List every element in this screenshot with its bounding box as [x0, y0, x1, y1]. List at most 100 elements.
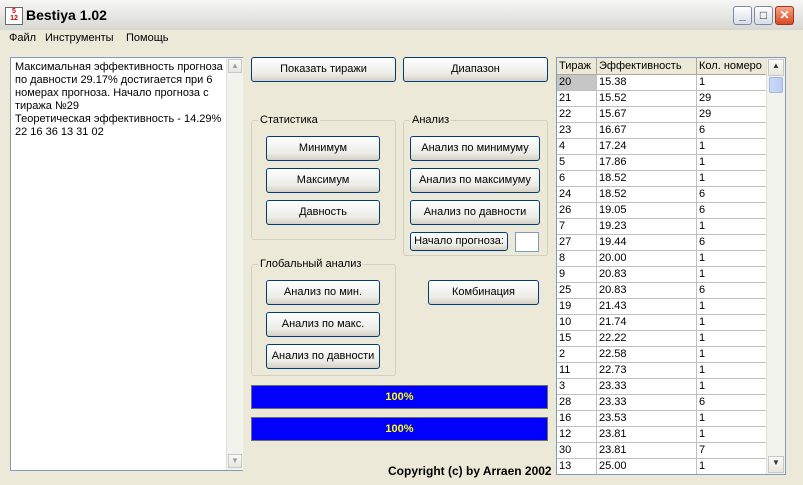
cell-draw[interactable]: 9	[557, 267, 597, 283]
table-row[interactable]: 2 22.58 1	[557, 347, 767, 363]
cell-count[interactable]: 6	[697, 235, 767, 251]
cell-efficiency[interactable]: 22.58	[597, 347, 697, 363]
cell-efficiency[interactable]: 25.00	[597, 459, 697, 474]
cell-count[interactable]: 6	[697, 123, 767, 139]
cell-draw[interactable]: 23	[557, 123, 597, 139]
menu-tools[interactable]: Инструменты	[45, 32, 114, 44]
scroll-up-icon[interactable]: ▲	[768, 59, 784, 76]
cell-count[interactable]: 6	[697, 187, 767, 203]
cell-count[interactable]: 1	[697, 347, 767, 363]
cell-count[interactable]: 29	[697, 91, 767, 107]
cell-count[interactable]: 6	[697, 203, 767, 219]
draws-table[interactable]: Тираж Эффективность Кол. номеро 20 15.38 1…	[556, 57, 786, 475]
table-row[interactable]: 6 18.52 1	[557, 171, 767, 187]
cell-count[interactable]: 1	[697, 139, 767, 155]
table-row[interactable]: 26 19.05 6	[557, 203, 767, 219]
age-button[interactable]: Давность	[266, 200, 380, 225]
scroll-up-icon[interactable]: ▲	[228, 59, 242, 73]
cell-count[interactable]: 1	[697, 219, 767, 235]
cell-efficiency[interactable]: 19.23	[597, 219, 697, 235]
forecast-start-input[interactable]	[515, 232, 539, 252]
minimum-button[interactable]: Минимум	[266, 136, 380, 161]
global-by-age-button[interactable]: Анализ по давности	[266, 344, 380, 369]
cell-count[interactable]: 1	[697, 267, 767, 283]
cell-count[interactable]: 1	[697, 331, 767, 347]
scroll-down-icon[interactable]: ▼	[768, 456, 784, 473]
cell-efficiency[interactable]: 22.73	[597, 363, 697, 379]
cell-draw[interactable]: 26	[557, 203, 597, 219]
cell-draw[interactable]: 12	[557, 427, 597, 443]
column-header-draw[interactable]: Тираж	[557, 58, 597, 75]
cell-draw[interactable]: 16	[557, 411, 597, 427]
cell-efficiency[interactable]: 23.81	[597, 443, 697, 459]
cell-efficiency[interactable]: 23.81	[597, 427, 697, 443]
scroll-thumb[interactable]	[769, 77, 783, 93]
analysis-by-max-button[interactable]: Анализ по максимуму	[410, 168, 540, 193]
minimize-button[interactable]: _	[733, 6, 752, 25]
cell-draw[interactable]: 11	[557, 363, 597, 379]
cell-count[interactable]: 6	[697, 395, 767, 411]
show-draws-button[interactable]: Показать тиражи	[251, 57, 396, 82]
cell-efficiency[interactable]: 21.74	[597, 315, 697, 331]
cell-draw[interactable]: 30	[557, 443, 597, 459]
cell-count[interactable]: 29	[697, 107, 767, 123]
cell-count[interactable]: 1	[697, 363, 767, 379]
table-row[interactable]: 4 17.24 1	[557, 139, 767, 155]
table-row[interactable]: 9 20.83 1	[557, 267, 767, 283]
cell-efficiency[interactable]: 19.05	[597, 203, 697, 219]
cell-count[interactable]: 1	[697, 299, 767, 315]
cell-count[interactable]: 1	[697, 459, 767, 474]
cell-count[interactable]: 1	[697, 315, 767, 331]
column-header-efficiency[interactable]: Эффективность	[597, 58, 697, 75]
memo-scrollbar[interactable]: ▲ ▼	[226, 58, 243, 470]
table-row[interactable]: 25 20.83 6	[557, 283, 767, 299]
global-by-min-button[interactable]: Анализ по мин.	[266, 280, 380, 305]
table-row[interactable]: 8 20.00 1	[557, 251, 767, 267]
cell-draw[interactable]: 28	[557, 395, 597, 411]
cell-draw[interactable]: 20	[557, 75, 597, 91]
scroll-down-icon[interactable]: ▼	[228, 454, 242, 468]
table-row[interactable]: 13 25.00 1	[557, 459, 767, 474]
cell-efficiency[interactable]: 18.52	[597, 187, 697, 203]
cell-count[interactable]: 6	[697, 283, 767, 299]
table-row[interactable]: 20 15.38 1	[557, 75, 767, 91]
table-scrollbar[interactable]: ▲ ▼	[766, 58, 785, 474]
combination-button[interactable]: Комбинация	[428, 280, 539, 305]
cell-draw[interactable]: 13	[557, 459, 597, 474]
cell-draw[interactable]: 7	[557, 219, 597, 235]
close-button[interactable]: ✕	[775, 6, 794, 25]
table-row[interactable]: 11 22.73 1	[557, 363, 767, 379]
cell-draw[interactable]: 3	[557, 379, 597, 395]
cell-count[interactable]: 7	[697, 443, 767, 459]
cell-count[interactable]: 1	[697, 427, 767, 443]
cell-draw[interactable]: 24	[557, 187, 597, 203]
cell-efficiency[interactable]: 19.44	[597, 235, 697, 251]
cell-efficiency[interactable]: 15.52	[597, 91, 697, 107]
cell-draw[interactable]: 15	[557, 331, 597, 347]
maximum-button[interactable]: Максимум	[266, 168, 380, 193]
table-row[interactable]: 30 23.81 7	[557, 443, 767, 459]
cell-efficiency[interactable]: 23.33	[597, 395, 697, 411]
menu-help[interactable]: Помощь	[126, 32, 169, 44]
cell-draw[interactable]: 5	[557, 155, 597, 171]
cell-efficiency[interactable]: 21.43	[597, 299, 697, 315]
cell-draw[interactable]: 8	[557, 251, 597, 267]
cell-count[interactable]: 1	[697, 171, 767, 187]
table-row[interactable]: 5 17.86 1	[557, 155, 767, 171]
table-row[interactable]: 28 23.33 6	[557, 395, 767, 411]
cell-efficiency[interactable]: 18.52	[597, 171, 697, 187]
cell-efficiency[interactable]: 17.24	[597, 139, 697, 155]
table-row[interactable]: 22 15.67 29	[557, 107, 767, 123]
table-row[interactable]: 3 23.33 1	[557, 379, 767, 395]
cell-efficiency[interactable]: 22.22	[597, 331, 697, 347]
cell-draw[interactable]: 6	[557, 171, 597, 187]
cell-count[interactable]: 1	[697, 75, 767, 91]
cell-efficiency[interactable]: 20.83	[597, 283, 697, 299]
app-icon[interactable]: 5 12	[5, 7, 23, 25]
analysis-by-min-button[interactable]: Анализ по минимуму	[410, 136, 540, 161]
cell-efficiency[interactable]: 20.83	[597, 267, 697, 283]
table-row[interactable]: 15 22.22 1	[557, 331, 767, 347]
menu-file[interactable]: Файл	[9, 32, 36, 44]
global-by-max-button[interactable]: Анализ по макс.	[266, 312, 380, 337]
cell-count[interactable]: 1	[697, 251, 767, 267]
